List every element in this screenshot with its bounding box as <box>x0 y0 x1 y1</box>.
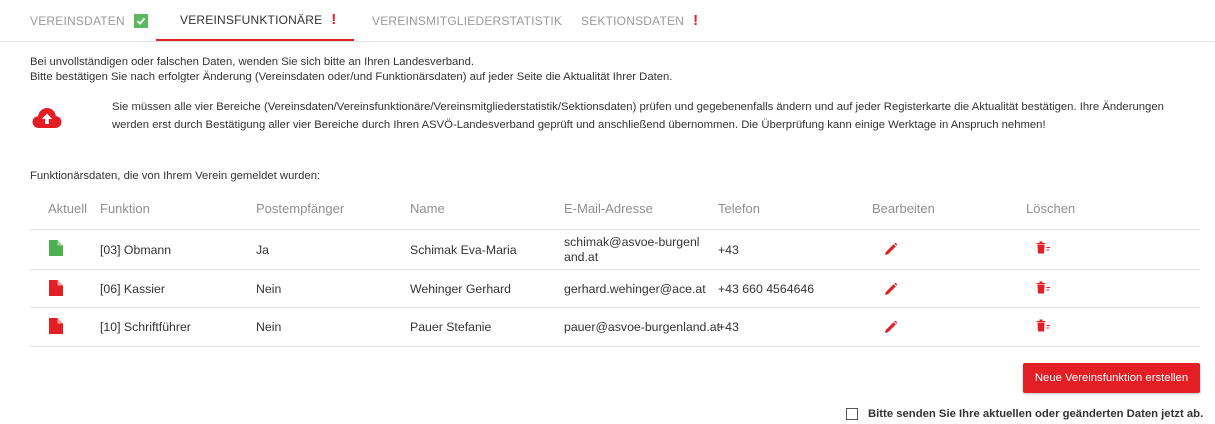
exclamation-icon: ! <box>693 12 699 29</box>
cell-postempfaenger: Nein <box>256 320 282 334</box>
send-data-label[interactable]: Bitte senden Sie Ihre aktuellen oder geä… <box>868 408 1203 420</box>
col-name: Name <box>410 201 445 216</box>
cell-name: Wehinger Gerhard <box>410 282 511 296</box>
col-aktuell: Aktuell <box>48 201 88 216</box>
table-row: [03] Obmann Ja Schimak Eva-Maria schimak… <box>30 229 1200 270</box>
tab-label: Vereinsdaten <box>30 13 125 28</box>
new-function-button[interactable]: Neue Vereinsfunktion erstellen <box>1023 363 1200 393</box>
cell-funktion: [06] Kassier <box>100 282 165 296</box>
tab-label: Vereinsfunktionäre <box>180 12 323 27</box>
send-data-checkbox[interactable] <box>846 408 858 420</box>
notice-line-1: Bei unvollständigen oder falschen Daten,… <box>30 56 475 68</box>
edit-pencil-icon[interactable] <box>885 242 898 260</box>
document-current-icon <box>49 240 63 261</box>
delete-trash-icon[interactable] <box>1036 281 1051 299</box>
tab-label: Sektionsdaten <box>581 13 685 28</box>
tab-vereinsdaten[interactable]: Vereinsdaten <box>30 0 148 41</box>
table-header: Aktuell Funktion Postempfänger Name E-Ma… <box>30 197 1200 225</box>
col-bearbeiten: Bearbeiten <box>872 201 935 216</box>
cell-telefon: +43 <box>718 320 739 334</box>
cell-name: Pauer Stefanie <box>410 320 492 334</box>
table-row: [06] Kassier Nein Wehinger Gerhard gerha… <box>30 269 1200 308</box>
cell-email: pauer@asvoe-burgenland.at <box>564 320 721 334</box>
cell-name: Schimak Eva-Maria <box>410 243 517 257</box>
notice-line-2: Bitte bestätigen Sie nach erfolgter Ände… <box>30 71 673 83</box>
tab-vereinsmitgliederstatistik[interactable]: Vereinsmitgliederstatistik <box>372 0 562 41</box>
info-text: Sie müssen alle vier Bereiche (Vereinsda… <box>112 101 1164 131</box>
document-outdated-icon <box>49 318 63 339</box>
cell-telefon: +43 660 4564646 <box>718 282 815 296</box>
send-data-confirmation: Bitte senden Sie Ihre aktuellen oder geä… <box>846 408 1203 420</box>
col-postempfaenger: Postempfänger <box>256 201 345 216</box>
document-outdated-icon <box>49 280 63 301</box>
tab-bar: Vereinsdaten Vereinsfunktionäre ! Verein… <box>0 0 1215 42</box>
cell-email: schimak@asvoe-burgenland.at <box>564 235 700 264</box>
delete-trash-icon[interactable] <box>1036 241 1051 259</box>
check-icon <box>133 13 148 28</box>
cell-funktion: [10] Schriftführer <box>100 320 191 334</box>
tab-vereinsfunktionaere[interactable]: Vereinsfunktionäre ! <box>156 0 354 41</box>
delete-trash-icon[interactable] <box>1036 319 1051 337</box>
tab-label: Vereinsmitgliederstatistik <box>372 13 563 28</box>
table-caption: Funktionärsdaten, die von Ihrem Verein g… <box>30 170 321 182</box>
cell-telefon: +43 <box>718 243 739 257</box>
cell-email: gerhard.wehinger@ace.at <box>564 282 706 296</box>
edit-pencil-icon[interactable] <box>885 320 898 338</box>
cell-postempfaenger: Ja <box>256 243 269 257</box>
col-email: E-Mail-Adresse <box>564 201 653 216</box>
cell-postempfaenger: Nein <box>256 282 282 296</box>
table-row: [10] Schriftführer Nein Pauer Stefanie p… <box>30 307 1200 347</box>
col-loeschen: Löschen <box>1026 201 1076 216</box>
col-funktion: Funktion <box>100 201 150 216</box>
tab-sektionsdaten[interactable]: Sektionsdaten ! <box>581 0 698 41</box>
cell-funktion: [03] Obmann <box>100 243 172 257</box>
col-telefon: Telefon <box>718 201 760 216</box>
exclamation-icon: ! <box>331 11 337 28</box>
edit-pencil-icon[interactable] <box>885 282 898 300</box>
cloud-upload-icon <box>32 107 62 134</box>
